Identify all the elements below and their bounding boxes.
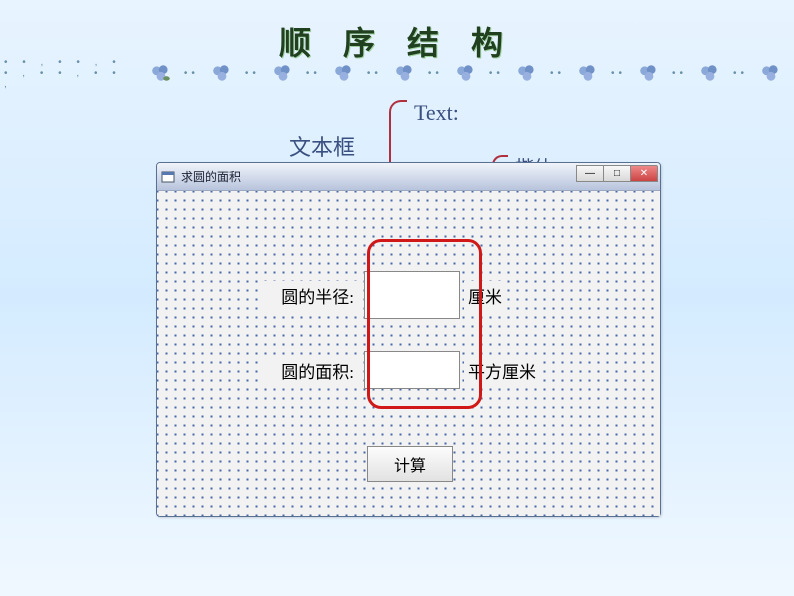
flower-icon <box>270 61 296 85</box>
flower-icon <box>514 61 540 85</box>
decorative-dots: •• <box>611 68 626 79</box>
decorative-dots: •• <box>245 68 260 79</box>
decorative-dots: •• <box>672 68 687 79</box>
decorative-dots: •• <box>367 68 382 79</box>
window-titlebar[interactable]: 求圆的面积 — □ ✕ <box>157 163 660 191</box>
decorative-dots: •• <box>489 68 504 79</box>
flower-icon <box>209 61 235 85</box>
window-controls: — □ ✕ <box>577 165 658 182</box>
maximize-button[interactable]: □ <box>603 165 631 182</box>
flower-icon <box>697 61 723 85</box>
radius-label: 圆的半径: <box>263 281 358 310</box>
decorative-dots: •• <box>184 68 199 79</box>
page-title: 顺 序 结 构 <box>0 0 794 64</box>
decorative-dots: •• <box>306 68 321 79</box>
highlight-box <box>367 239 482 409</box>
decorative-flower-row: • • , • • , • • , • • , • • , •• •• •• •… <box>0 58 794 88</box>
flower-icon <box>453 61 479 85</box>
decorative-dots: •• <box>733 68 748 79</box>
calculate-button[interactable]: 计算 <box>367 446 453 482</box>
flower-icon <box>758 61 784 85</box>
flower-icon <box>575 61 601 85</box>
flower-icon <box>331 61 357 85</box>
decorative-dots: •• <box>428 68 443 79</box>
flower-icon <box>392 61 418 85</box>
decorative-dots: •• <box>550 68 565 79</box>
textbox-annotation-line: 文本框 <box>262 130 382 162</box>
minimize-button[interactable]: — <box>576 165 604 182</box>
close-button[interactable]: ✕ <box>630 165 658 182</box>
decorative-dots: • • , • • , • • , • • , • • , <box>4 57 138 90</box>
form-icon <box>161 170 175 184</box>
text-property-label: Text: <box>414 100 459 126</box>
flower-icon <box>148 61 174 85</box>
window-title: 求圆的面积 <box>181 168 241 185</box>
flower-icon <box>636 61 662 85</box>
area-label: 圆的面积: <box>263 356 358 385</box>
